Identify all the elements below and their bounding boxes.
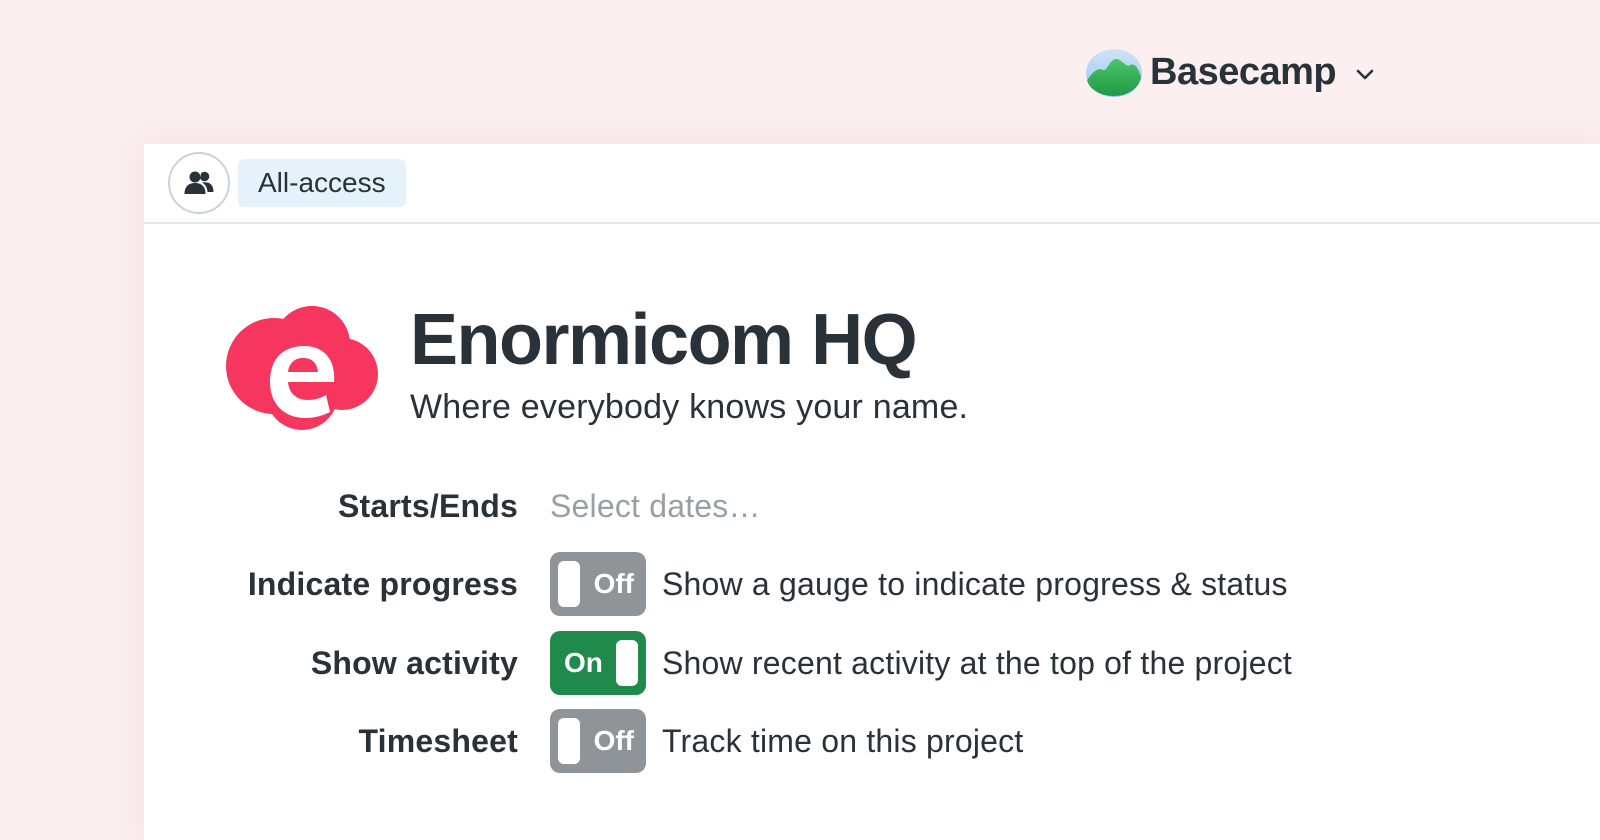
enormicom-logo-icon	[226, 306, 378, 430]
show-activity-content: On Show recent activity at the top of th…	[550, 631, 1292, 695]
settings-row-timesheet: Timesheet Off Track time on this project	[144, 709, 1023, 773]
project-text: Enormicom HQ Where everybody knows your …	[410, 304, 968, 427]
indicate-progress-content: Off Show a gauge to indicate progress & …	[550, 552, 1288, 616]
settings-row-indicate-progress: Indicate progress Off Show a gauge to in…	[144, 552, 1288, 616]
toggle-knob	[558, 718, 580, 764]
indicate-progress-description: Show a gauge to indicate progress & stat…	[662, 565, 1288, 602]
card-header: All-access	[144, 144, 1600, 224]
toggle-state-label: Off	[593, 568, 634, 599]
settings-row-show-activity: Show activity On Show recent activity at…	[144, 631, 1292, 695]
project-subtitle: Where everybody knows your name.	[410, 388, 969, 426]
show-activity-description: Show recent activity at the top of the p…	[662, 644, 1292, 681]
access-badge-label: All-access	[258, 167, 386, 198]
project-card: All-access Enormicom HQ Where everybody …	[144, 144, 1600, 840]
settings-row-dates: Starts/Ends Select dates…	[144, 474, 761, 538]
timesheet-content: Off Track time on this project	[550, 709, 1023, 773]
chevron-down-icon[interactable]	[1354, 63, 1376, 85]
toggle-knob	[558, 561, 580, 607]
select-dates-field[interactable]: Select dates…	[550, 488, 761, 525]
people-icon	[184, 171, 214, 194]
project-title: Enormicom HQ	[410, 300, 918, 380]
project-header: Enormicom HQ Where everybody knows your …	[222, 302, 968, 432]
toggle-state-label: Off	[593, 725, 634, 756]
toggle-knob	[616, 640, 638, 686]
dates-label: Starts/Ends	[337, 487, 518, 524]
timesheet-description: Track time on this project	[662, 722, 1024, 759]
brand-name: Basecamp	[1150, 50, 1337, 93]
account-switcher[interactable]: Basecamp	[1084, 46, 1376, 98]
show-activity-toggle[interactable]: On	[550, 631, 646, 695]
timesheet-label: Timesheet	[358, 722, 518, 759]
people-button[interactable]	[168, 152, 230, 214]
access-badge[interactable]: All-access	[238, 159, 406, 207]
dates-content: Select dates…	[550, 488, 761, 525]
basecamp-logo-icon	[1086, 49, 1142, 97]
indicate-progress-label: Indicate progress	[247, 565, 518, 602]
timesheet-toggle[interactable]: Off	[550, 709, 646, 773]
indicate-progress-toggle[interactable]: Off	[550, 552, 646, 616]
toggle-state-label: On	[564, 647, 603, 678]
show-activity-label: Show activity	[310, 644, 518, 681]
